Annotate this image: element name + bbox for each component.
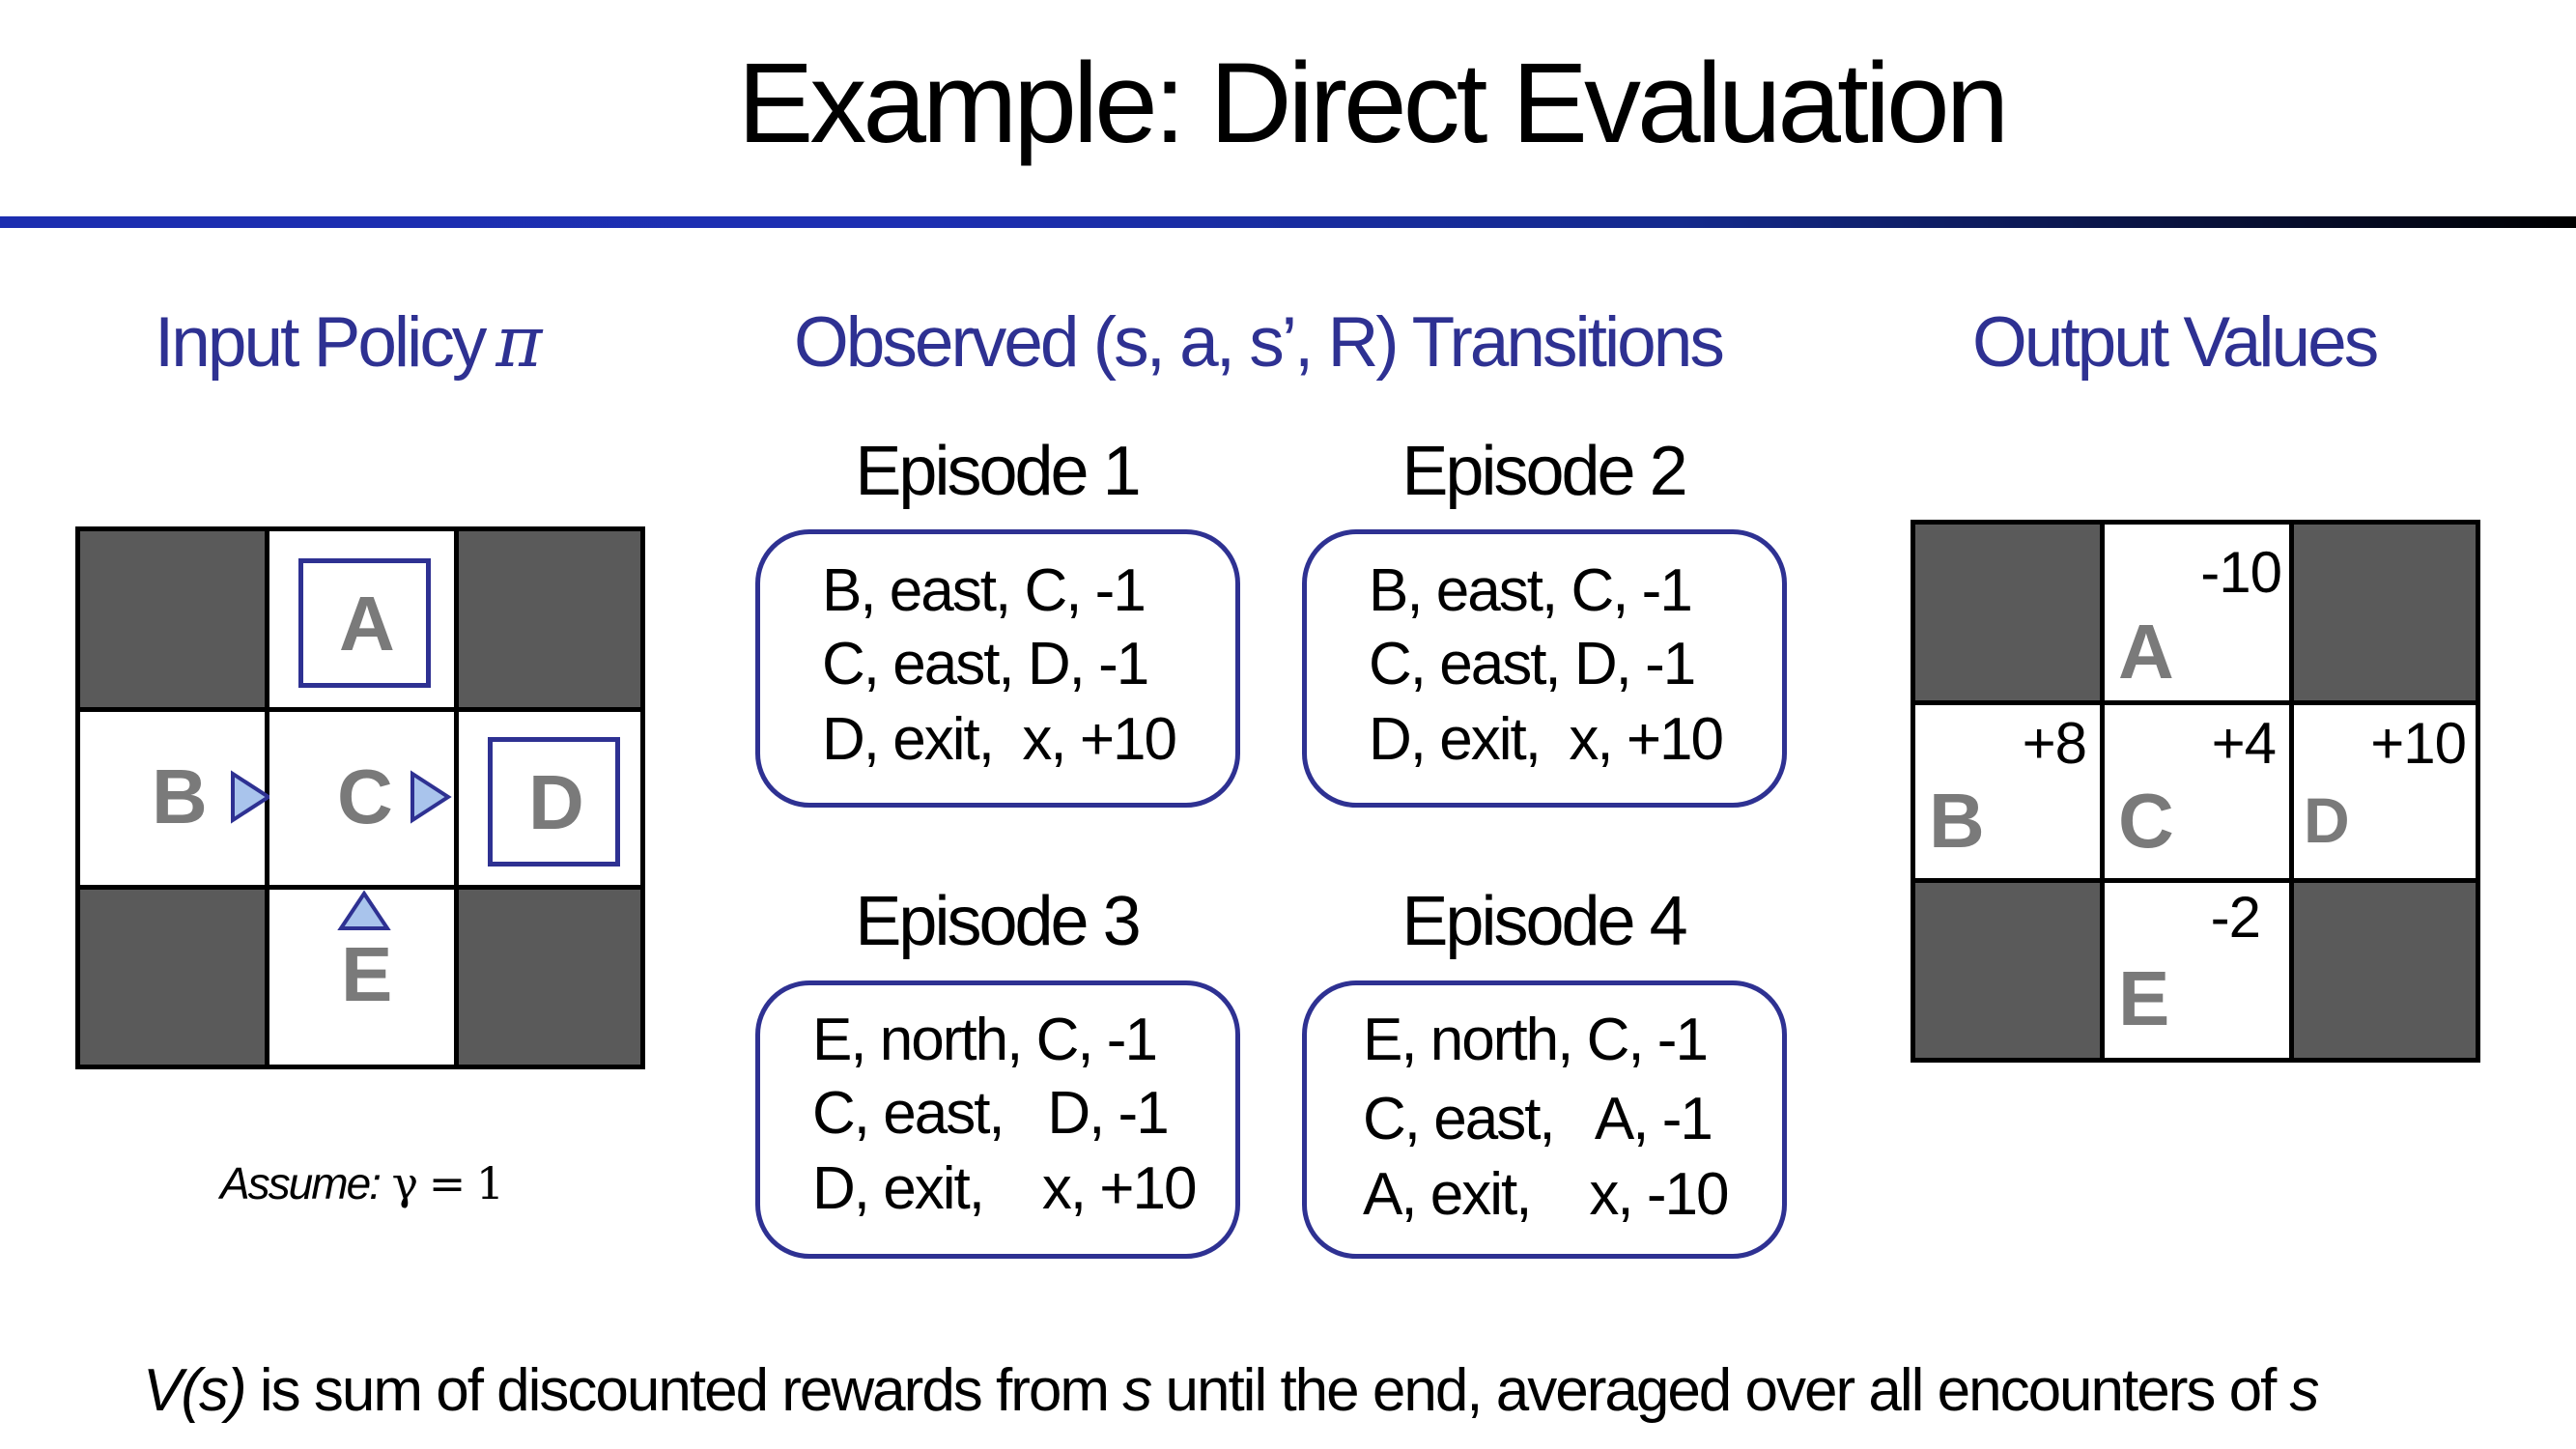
assume-note: Assume: γ = 1: [220, 1157, 505, 1209]
episode-line: B, east, C, -1: [1369, 557, 1693, 624]
policy-cell-dark: [80, 531, 269, 712]
output-letter-d: D: [2304, 784, 2350, 856]
episode-line: D, exit, x, +10: [812, 1155, 1197, 1222]
policy-cell-e: E: [269, 890, 459, 1065]
episode-line: C, east, A, -1: [1363, 1086, 1713, 1152]
pi-symbol: π: [495, 301, 542, 384]
episode-4-box: E, north, C, -1 C, east, A, -1 A, exit, …: [1302, 980, 1787, 1259]
output-letter-c: C: [2118, 778, 2174, 864]
episode-line: C, east, D, -1: [1369, 631, 1696, 697]
output-cell-dark: [1915, 883, 2105, 1058]
cell-letter-d: D: [528, 759, 584, 845]
output-letter-e: E: [2118, 955, 2170, 1041]
episode-line: E, north, C, -1: [812, 1007, 1158, 1073]
arrow-east-icon: [410, 770, 452, 824]
value-a: -10: [2200, 540, 2282, 605]
output-cell-e: -2 E: [2105, 883, 2294, 1058]
output-cell-d: +10 D: [2294, 705, 2476, 883]
assume-expr: γ = 1: [379, 1157, 505, 1209]
value-d: +10: [2370, 711, 2467, 776]
output-values-heading: Output Values: [1972, 303, 2379, 382]
input-policy-heading: Input Policy π: [155, 307, 542, 378]
assume-label: Assume:: [220, 1158, 382, 1208]
input-policy-label: Input Policy: [155, 303, 487, 382]
footer-part2: until the end, averaged over all encount…: [1150, 1357, 2290, 1424]
output-cell-dark: [2294, 525, 2476, 705]
footer-s2: s: [2289, 1357, 2320, 1424]
episode-3-box: E, north, C, -1 C, east, D, -1 D, exit, …: [755, 980, 1240, 1259]
policy-cell-dark: [459, 890, 640, 1065]
value-b: +8: [2022, 711, 2087, 776]
cell-letter-c: C: [337, 753, 393, 839]
policy-cell-d: D: [459, 712, 640, 890]
policy-cell-b: B: [80, 712, 272, 890]
output-cell-b: +8 B: [1915, 705, 2105, 883]
episode-line: B, east, C, -1: [822, 557, 1146, 624]
footer-part1: is sum of discounted rewards from: [244, 1357, 1123, 1424]
episode-line: E, north, C, -1: [1363, 1007, 1709, 1073]
output-cell-dark: [1915, 525, 2105, 705]
cell-letter-e: E: [341, 931, 393, 1017]
cell-letter-b: B: [152, 753, 208, 839]
output-cell-c: +4 C: [2105, 705, 2294, 883]
cell-letter-a: A: [339, 581, 395, 667]
episode-2-box: B, east, C, -1 C, east, D, -1 D, exit, x…: [1302, 529, 1787, 808]
policy-cell-dark: [80, 890, 269, 1065]
footer-vs: V(s): [143, 1357, 247, 1424]
output-cell-dark: [2294, 883, 2476, 1058]
transitions-heading: Observed (s, a, s’, R) Transitions: [794, 303, 1725, 382]
slide-title: Example: Direct Evaluation: [737, 40, 2010, 167]
episode-line: C, east, D, -1: [822, 631, 1149, 697]
policy-cell-c: C: [269, 712, 459, 890]
output-values-grid: -10 A +8 B +4 C +10 D -2 E: [1911, 520, 2480, 1063]
episode-1-title: Episode 1: [855, 433, 1141, 510]
title-rule: [0, 216, 2576, 228]
value-e: -2: [2210, 885, 2261, 950]
arrow-east-icon: [231, 770, 272, 824]
episode-4-title: Episode 4: [1401, 883, 1687, 960]
episode-2-title: Episode 2: [1401, 433, 1687, 510]
policy-grid: A B C D E: [75, 526, 645, 1069]
episode-line: A, exit, x, -10: [1363, 1161, 1729, 1228]
episode-line: D, exit, x, +10: [822, 706, 1177, 773]
episode-3-title: Episode 3: [855, 883, 1141, 960]
episode-line: D, exit, x, +10: [1369, 706, 1724, 773]
policy-cell-a: A: [269, 531, 459, 712]
output-letter-a: A: [2118, 609, 2174, 695]
episode-line: C, east, D, -1: [812, 1080, 1170, 1147]
footer-s1: s: [1122, 1357, 1152, 1424]
episode-1-box: B, east, C, -1 C, east, D, -1 D, exit, x…: [755, 529, 1240, 808]
footer-sentence: V(s) is sum of discounted rewards from s…: [143, 1356, 2320, 1425]
output-letter-b: B: [1929, 778, 1985, 864]
policy-cell-dark: [459, 531, 640, 712]
output-cell-a: -10 A: [2105, 525, 2294, 705]
arrow-north-icon: [337, 890, 391, 930]
value-c: +4: [2211, 711, 2277, 776]
